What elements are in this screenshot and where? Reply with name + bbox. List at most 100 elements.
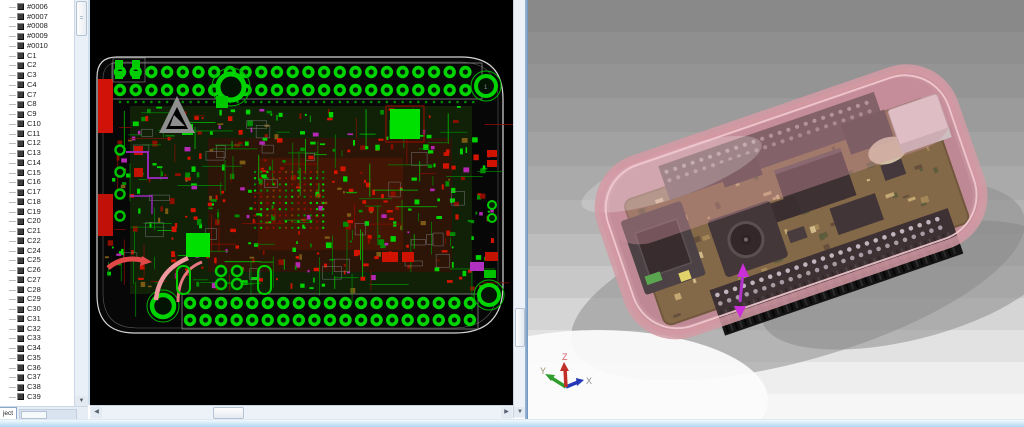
component-list-item[interactable]: #0008	[0, 22, 74, 32]
component-designator: C38	[27, 382, 41, 392]
component-icon	[17, 227, 24, 235]
component-list-item[interactable]: C17	[0, 187, 74, 197]
component-tree-vertical-scrollbar[interactable]: ▼	[74, 0, 88, 406]
component-list-item[interactable]: C37	[0, 373, 74, 383]
component-list-item[interactable]: C30	[0, 304, 74, 314]
component-icon	[17, 52, 24, 60]
component-designator: C36	[27, 362, 41, 372]
component-designator: #0008	[27, 21, 48, 31]
component-tree[interactable]: #0006 #0007 #0008 #0009 #0010 C1 C2 C3 C…	[0, 2, 74, 406]
component-list-item[interactable]: C29	[0, 295, 74, 305]
component-list-item[interactable]: C26	[0, 265, 74, 275]
component-icon	[17, 178, 24, 186]
component-designator: C21	[27, 226, 41, 236]
scroll-right-arrow-icon[interactable]: ▶	[501, 407, 512, 418]
component-list-item[interactable]: C31	[0, 314, 74, 324]
component-icon	[17, 247, 24, 255]
component-list-item[interactable]: C8	[0, 100, 74, 110]
scroll-left-arrow-icon[interactable]: ◀	[91, 407, 102, 418]
scrollbar-thumb[interactable]	[76, 1, 87, 36]
component-list-item[interactable]: #0010	[0, 41, 74, 51]
component-list-item[interactable]: C1	[0, 51, 74, 61]
component-designator: C24	[27, 245, 41, 255]
component-list-item[interactable]: #0007	[0, 12, 74, 22]
component-designator: C12	[27, 138, 41, 148]
component-list-item[interactable]: C4	[0, 80, 74, 90]
component-designator: C19	[27, 206, 41, 216]
component-designator: C2	[27, 60, 37, 70]
pcb-2d-drawing: 1	[96, 56, 513, 334]
pcb-3d-viewport[interactable]: Z Y X	[528, 0, 1024, 419]
component-list-item[interactable]: C36	[0, 363, 74, 373]
eda-application-window: #0006 #0007 #0008 #0009 #0010 C1 C2 C3 C…	[0, 0, 1024, 427]
component-list-item[interactable]: C21	[0, 226, 74, 236]
component-list-item[interactable]: C32	[0, 324, 74, 334]
component-list-item[interactable]: C14	[0, 158, 74, 168]
component-icon	[17, 266, 24, 274]
component-list-item[interactable]: C11	[0, 129, 74, 139]
component-designator: C10	[27, 118, 41, 128]
component-list-item[interactable]: C28	[0, 285, 74, 295]
components-panel: #0006 #0007 #0008 #0009 #0010 C1 C2 C3 C…	[0, 0, 88, 421]
pcb-2d-layout-viewport[interactable]: 1	[88, 0, 513, 405]
component-icon	[17, 91, 24, 99]
component-icon	[17, 198, 24, 206]
component-icon	[17, 100, 24, 108]
component-list-item[interactable]: C33	[0, 334, 74, 344]
component-list-item[interactable]: C13	[0, 148, 74, 158]
component-list-item[interactable]: #0009	[0, 31, 74, 41]
component-icon	[17, 3, 24, 11]
component-designator: C7	[27, 89, 37, 99]
component-list-item[interactable]: C3	[0, 70, 74, 80]
component-designator: C20	[27, 216, 41, 226]
component-list-item[interactable]: C34	[0, 343, 74, 353]
component-designator: C31	[27, 313, 41, 323]
component-designator: C22	[27, 235, 41, 245]
component-designator: C32	[27, 323, 41, 333]
pcb-2d-horizontal-scrollbar[interactable]: ◀ ▶	[90, 405, 513, 419]
component-list-item[interactable]: C35	[0, 353, 74, 363]
scrollbar-thumb[interactable]	[21, 411, 47, 419]
axis-x-label: X	[586, 376, 592, 386]
component-icon	[17, 295, 24, 303]
component-designator: C39	[27, 391, 41, 401]
component-icon	[17, 383, 24, 391]
component-designator: C14	[27, 157, 41, 167]
component-list-item[interactable]: C9	[0, 109, 74, 119]
component-list-item[interactable]: C25	[0, 256, 74, 266]
component-list-item[interactable]: C18	[0, 197, 74, 207]
component-list-item[interactable]: C20	[0, 217, 74, 227]
component-icon	[17, 71, 24, 79]
component-icon	[17, 344, 24, 352]
component-icon	[17, 354, 24, 362]
component-list-item[interactable]: C24	[0, 246, 74, 256]
component-icon	[17, 373, 24, 381]
component-designator: C35	[27, 352, 41, 362]
component-designator: C33	[27, 333, 41, 343]
component-list-item[interactable]: C16	[0, 178, 74, 188]
scroll-down-arrow-icon[interactable]: ▼	[75, 396, 88, 406]
component-icon	[17, 217, 24, 225]
component-icon	[17, 208, 24, 216]
window-bottom-edge	[0, 419, 1024, 427]
component-list-item[interactable]: C38	[0, 382, 74, 392]
scrollbar-thumb[interactable]	[213, 407, 244, 419]
component-designator: C9	[27, 109, 37, 119]
scrollbar-thumb[interactable]	[515, 308, 525, 347]
component-designator: #0009	[27, 31, 48, 41]
component-list-item[interactable]: C39	[0, 392, 74, 402]
component-designator: #0006	[27, 2, 48, 11]
component-list-item[interactable]: C12	[0, 139, 74, 149]
component-list-item[interactable]: C15	[0, 168, 74, 178]
component-list-item[interactable]: C2	[0, 61, 74, 71]
component-list-item[interactable]: C19	[0, 207, 74, 217]
component-list-item[interactable]: C7	[0, 90, 74, 100]
component-icon	[17, 120, 24, 128]
component-list-item[interactable]: C22	[0, 236, 74, 246]
component-list-item[interactable]: #0006	[0, 2, 74, 12]
component-icon	[17, 286, 24, 294]
component-list-item[interactable]: C10	[0, 119, 74, 129]
panel-tab-bar: ject	[0, 406, 88, 421]
component-designator: C30	[27, 304, 41, 314]
component-list-item[interactable]: C27	[0, 275, 74, 285]
